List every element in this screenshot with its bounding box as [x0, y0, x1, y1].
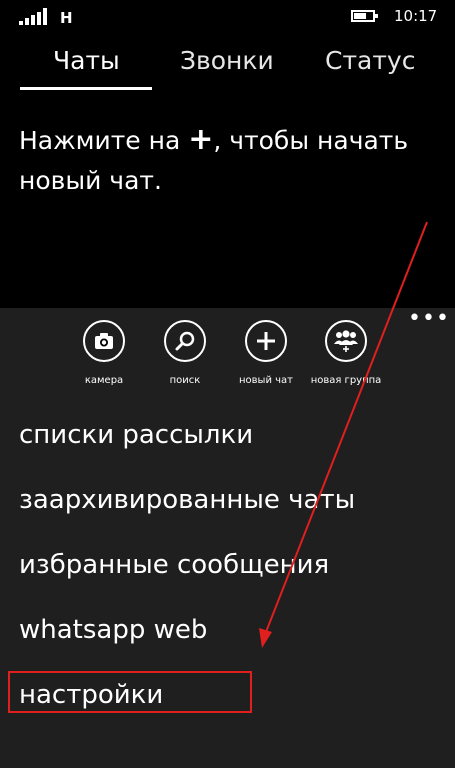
tab-status[interactable]: Статус [325, 46, 415, 75]
search-button[interactable]: поиск [145, 320, 225, 387]
tabs: Чаты Звонки Статус [0, 46, 455, 92]
new-group-label: новая группа [310, 375, 382, 386]
signal-strength-icon [19, 8, 49, 25]
new-chat-label: новый чат [239, 375, 293, 386]
menu-broadcast-lists[interactable]: списки рассылки [19, 420, 439, 450]
camera-label: камера [84, 375, 124, 386]
tab-chats[interactable]: Чаты [53, 46, 120, 75]
empty-chats-hint: Нажмите на +, чтобы начать новый чат. [19, 122, 409, 195]
plus-icon: + [188, 122, 214, 157]
clock: 10:17 [394, 7, 438, 25]
annotation-highlight-box [8, 671, 252, 713]
search-label: поиск [169, 375, 201, 386]
plus-icon [245, 320, 287, 362]
menu-whatsapp-web[interactable]: whatsapp web [19, 615, 439, 645]
status-bar: H 10:17 [0, 0, 455, 32]
camera-button[interactable]: камера [64, 320, 144, 387]
group-icon [325, 320, 367, 362]
menu-starred-messages[interactable]: избранные сообщения [19, 550, 439, 580]
new-group-button[interactable]: новая группа [306, 320, 386, 387]
more-options-icon[interactable]: ••• [408, 306, 450, 331]
new-chat-button[interactable]: новый чат [226, 320, 306, 387]
menu-archived-chats[interactable]: заархивированные чаты [19, 485, 439, 515]
network-type: H [60, 9, 73, 27]
search-icon [164, 320, 206, 362]
tab-calls[interactable]: Звонки [180, 46, 274, 75]
battery-icon [351, 10, 378, 22]
tab-selected-indicator [20, 87, 152, 90]
camera-icon [83, 320, 125, 362]
